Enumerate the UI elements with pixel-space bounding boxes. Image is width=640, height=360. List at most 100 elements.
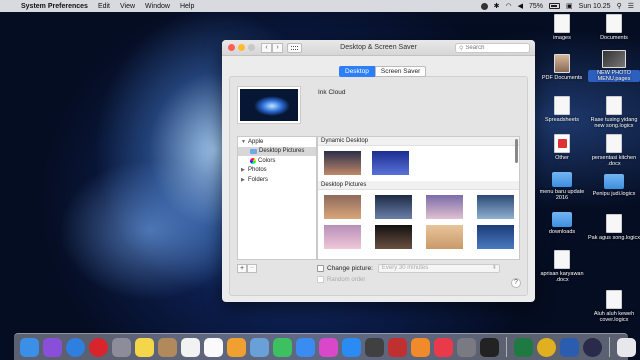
desktop-icon-label: images (553, 35, 571, 41)
wallpaper-thumbnail-desert-rocks[interactable] (375, 225, 412, 249)
dock-news-icon[interactable] (434, 337, 453, 357)
file-icon (554, 96, 570, 115)
desktop-icon[interactable]: downloads (536, 212, 588, 235)
dock-chrome-icon[interactable] (537, 337, 556, 357)
desktop-icon[interactable]: Aluh aluh keweh cover.logicx (588, 290, 640, 323)
dock-excel-icon[interactable] (514, 337, 533, 357)
desktop-icon[interactable]: Rase tusing yidang new song.logicx (588, 96, 640, 129)
dock-opera-icon[interactable] (89, 337, 108, 357)
zoom-button[interactable] (248, 44, 255, 51)
tab-desktop[interactable]: Desktop (339, 66, 375, 77)
wallpaper-thumbnail-mojave-night[interactable] (375, 195, 412, 219)
dock-photos-icon[interactable] (227, 337, 246, 357)
menu-edit[interactable]: Edit (93, 3, 115, 10)
menu-window[interactable]: Window (140, 3, 175, 10)
desktop-icon[interactable]: Penipu judi.logicx (588, 174, 640, 197)
back-button[interactable]: ‹ (261, 42, 272, 53)
volume-icon[interactable]: ◀ (518, 2, 523, 10)
battery-percent[interactable]: 75% (529, 3, 543, 10)
forward-button[interactable]: › (272, 42, 283, 53)
desktop-icon[interactable]: PDF Documents (536, 54, 588, 81)
dock-downloads-stack-icon[interactable] (617, 337, 636, 357)
sidebar-item-colors[interactable]: Colors (238, 156, 316, 166)
dock-itunes-icon[interactable] (319, 337, 338, 357)
dock-system-preferences-icon[interactable] (457, 337, 476, 357)
dock-safari-icon[interactable] (66, 337, 85, 357)
sidebar-item-desktop-pictures[interactable]: Desktop Pictures (238, 146, 316, 156)
sidebar-group-apple[interactable]: ▼ Apple (238, 137, 316, 147)
clock[interactable]: Sun 10.25 (579, 3, 611, 10)
help-button[interactable]: ? (511, 278, 521, 288)
desktop-icon[interactable]: Pak agus song.logicx (588, 214, 640, 241)
dock-launchpad-icon[interactable] (112, 337, 131, 357)
wallpaper-thumbnail-pink-lake[interactable] (324, 225, 361, 249)
search-field[interactable]: ⚲ (455, 43, 530, 53)
close-button[interactable] (228, 44, 235, 51)
change-picture-checkbox[interactable] (317, 265, 324, 272)
desktop-icon[interactable]: Spreadsheets (536, 96, 588, 123)
wallpaper-thumbnail-mojave-dynamic[interactable] (324, 151, 361, 175)
disclosure-open-icon[interactable]: ▼ (241, 139, 246, 145)
wallpaper-thumbnail-purple-hills[interactable] (426, 195, 463, 219)
dock-logic-icon[interactable] (365, 337, 384, 357)
tab-screen-saver[interactable]: Screen Saver (374, 66, 427, 77)
dock (14, 333, 636, 360)
dock-facetime-icon[interactable] (273, 337, 292, 357)
dock-finder-icon[interactable] (20, 337, 39, 357)
grid-icon (291, 45, 298, 50)
add-folder-button[interactable]: + (237, 264, 247, 273)
sidebar-group-photos[interactable]: ▶ Photos (238, 166, 316, 176)
dock-ibooks-icon[interactable] (411, 337, 430, 357)
disclosure-closed-icon[interactable]: ▶ (241, 177, 246, 183)
file-icon (554, 134, 570, 153)
wallpaper-thumbnail-blue-dunes[interactable] (477, 225, 514, 249)
wallpaper-thumbnail-blue-lake[interactable] (477, 195, 514, 219)
dock-messages-icon[interactable] (296, 337, 315, 357)
wallpaper-thumbnail-solar-gradients[interactable] (372, 151, 409, 175)
desktop-icon[interactable]: menu baru update 2016 (536, 172, 588, 201)
remove-folder-button[interactable]: − (247, 264, 257, 273)
random-order-checkbox[interactable] (317, 276, 324, 283)
search-input[interactable] (465, 45, 526, 51)
dock-reminders-icon[interactable] (204, 337, 223, 357)
minimize-button[interactable] (238, 44, 245, 51)
sidebar-group-folders[interactable]: ▶ Folders (238, 175, 316, 185)
wallpaper-thumbnail-mojave-day[interactable] (324, 195, 361, 219)
menu-view[interactable]: View (115, 3, 140, 10)
desktop-icon[interactable]: Other (536, 134, 588, 161)
dock-preview-icon[interactable] (250, 337, 269, 357)
menu-app-name[interactable]: System Preferences (16, 3, 93, 10)
desktop-icon[interactable]: persentasi kitchen .docx (588, 134, 640, 167)
dock-word-icon[interactable] (560, 337, 579, 357)
dock-calendar-icon[interactable] (181, 337, 200, 357)
dock-photo-booth-icon[interactable] (388, 337, 407, 357)
title-bar[interactable]: ‹ › Desktop & Screen Saver ⚲ (222, 40, 535, 56)
picture-gallery: Dynamic Desktop Desktop Pictures (317, 136, 520, 260)
desktop-icon[interactable]: Documents (588, 14, 640, 41)
gallery-scrollbar[interactable] (515, 139, 518, 163)
spotlight-icon[interactable]: ⚲ (617, 2, 622, 10)
dropbox-icon[interactable] (480, 2, 488, 10)
folder-icon (250, 148, 257, 154)
flag-icon[interactable]: ▣ (566, 2, 573, 10)
dock-activity-monitor-icon[interactable] (480, 337, 499, 357)
bluetooth-icon[interactable]: ✱ (494, 2, 500, 10)
dock-osx-app-icon[interactable] (583, 337, 602, 357)
menu-help[interactable]: Help (175, 3, 199, 10)
desktop-icon[interactable]: images (536, 14, 588, 41)
notification-center-icon[interactable]: ☰ (628, 2, 634, 10)
change-interval-select[interactable]: Every 30 minutes (377, 264, 500, 273)
wallpaper-thumbnail-dunes[interactable] (426, 225, 463, 249)
show-all-button[interactable] (287, 42, 302, 53)
dock-contacts-icon[interactable] (158, 337, 177, 357)
dock-siri-icon[interactable] (43, 337, 62, 357)
desktop-icon[interactable]: aprisan karyawan .docx (536, 250, 588, 283)
desktop-icon[interactable]: NEW PHOTO MENU.pages (588, 50, 640, 82)
dock-notes-icon[interactable] (135, 337, 154, 357)
battery-icon[interactable] (549, 3, 561, 9)
dock-app-store-icon[interactable] (342, 337, 361, 357)
wifi-icon[interactable]: ◠ (506, 2, 512, 10)
dock-separator (506, 337, 507, 357)
disclosure-closed-icon[interactable]: ▶ (241, 167, 246, 173)
preferences-window: ‹ › Desktop & Screen Saver ⚲ Desktop Scr… (222, 40, 535, 302)
